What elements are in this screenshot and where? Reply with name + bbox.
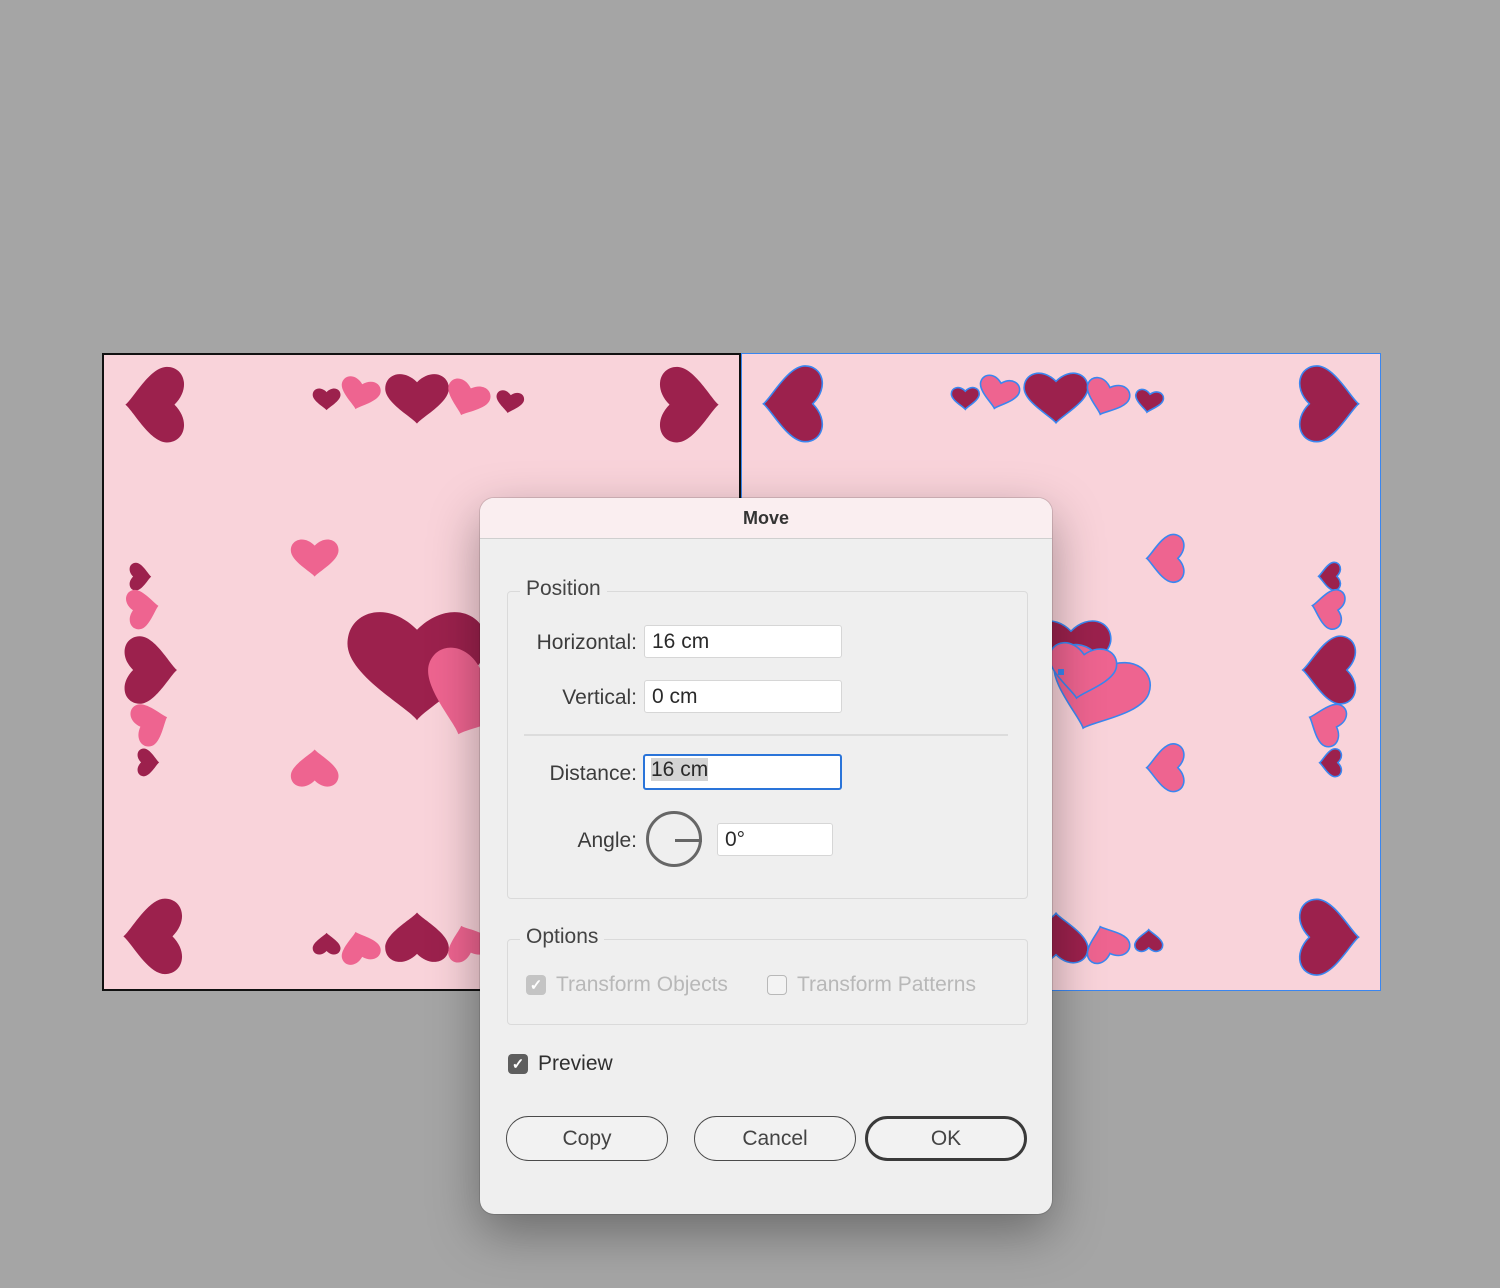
heart-shape [341, 931, 381, 965]
heart-shape [312, 932, 341, 955]
heart-shape [1309, 586, 1346, 631]
heart-shape [123, 898, 183, 975]
preview-label[interactable]: Preview [538, 1052, 613, 1076]
heart-shape [385, 912, 449, 962]
heart-shape [341, 376, 381, 410]
heart-shape [1147, 744, 1184, 792]
heart-shape [1135, 930, 1163, 952]
distance-label: Distance: [549, 762, 637, 785]
heart-shape [124, 636, 178, 704]
transform-objects-checkbox[interactable]: ✓ [526, 975, 546, 995]
vertical-input[interactable] [644, 680, 842, 713]
heart-shape [385, 374, 449, 424]
preview-checkbox[interactable]: ✓ [508, 1054, 528, 1074]
heart-shape [763, 366, 822, 442]
vertical-label: Vertical: [562, 686, 637, 709]
heart-shape [312, 388, 341, 411]
position-legend: Position [520, 577, 607, 601]
heart-shape [951, 388, 979, 410]
heart-shape [1303, 636, 1356, 704]
heart-shape [1319, 562, 1341, 590]
transform-patterns-checkbox[interactable] [767, 975, 787, 995]
check-icon: ✓ [511, 1056, 525, 1073]
copy-button[interactable]: Copy [506, 1116, 668, 1161]
heart-shape [130, 704, 168, 747]
heart-shape [125, 366, 185, 443]
heart-shape [659, 366, 719, 443]
anchor-point-handle[interactable] [1058, 669, 1064, 675]
angle-label: Angle: [577, 829, 637, 852]
heart-shape [1300, 366, 1359, 442]
heart-shape [1320, 749, 1342, 777]
angle-dial-hand [675, 839, 702, 842]
transform-objects-label: Transform Objects [556, 973, 728, 996]
heart-shape [126, 590, 159, 630]
heart-shape [448, 378, 491, 416]
distance-input[interactable]: 16 cm [643, 754, 842, 790]
check-icon: ✓ [529, 977, 543, 994]
heart-shape [1080, 919, 1133, 966]
angle-dial[interactable] [646, 811, 702, 867]
horizontal-label: Horizontal: [536, 631, 637, 654]
heart-shape [1133, 388, 1164, 414]
heart-shape [137, 748, 160, 777]
distance-value-selected: 16 cm [651, 758, 709, 781]
cancel-button[interactable]: Cancel [694, 1116, 856, 1161]
horizontal-input[interactable] [644, 625, 842, 658]
heart-shape [129, 562, 152, 591]
dialog-title: Move [480, 498, 1052, 539]
heart-shape [290, 749, 339, 787]
heart-shape [975, 373, 1022, 413]
ok-button[interactable]: OK [865, 1116, 1027, 1161]
heart-shape [1147, 534, 1184, 582]
heart-shape [1024, 373, 1088, 423]
options-legend: Options [520, 925, 605, 949]
divider [524, 734, 1008, 736]
heart-shape [496, 390, 525, 413]
angle-input[interactable] [717, 823, 833, 856]
heart-shape [1300, 899, 1359, 975]
move-dialog: Move Position Horizontal: Vertical: Dist… [480, 498, 1052, 1214]
heart-shape [290, 539, 339, 577]
transform-patterns-label: Transform Patterns [797, 973, 976, 996]
